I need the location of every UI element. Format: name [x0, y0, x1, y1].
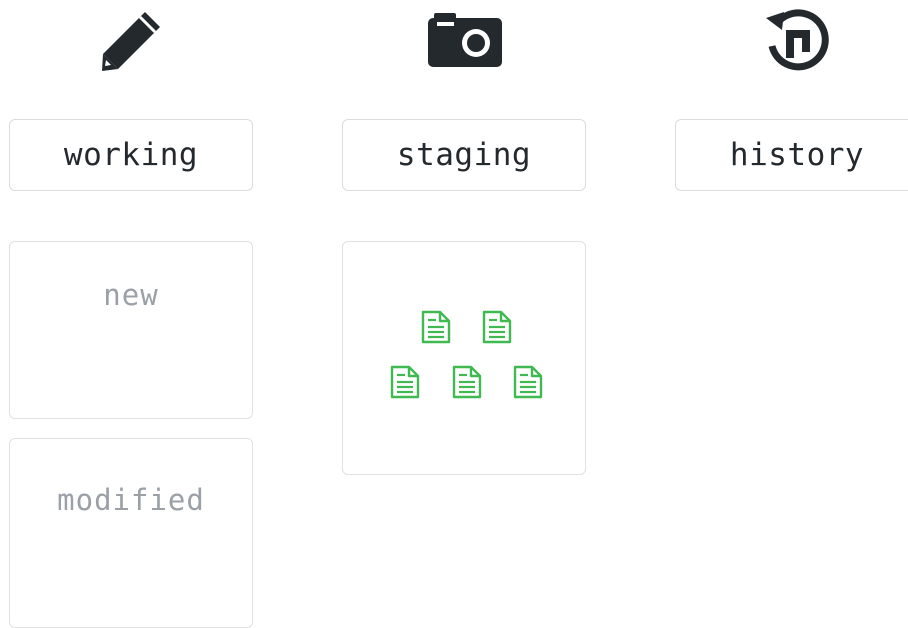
- new-area: new: [9, 241, 253, 419]
- working-label: working: [9, 119, 253, 191]
- document-icon: [482, 310, 512, 344]
- document-icon: [421, 310, 451, 344]
- camera-icon: [428, 13, 502, 67]
- staging-area: [342, 241, 586, 475]
- history-label: history: [675, 119, 908, 191]
- document-icon: [390, 365, 420, 399]
- history-icon: [766, 9, 829, 71]
- new-area-title: new: [103, 278, 159, 312]
- modified-area: modified: [9, 438, 253, 628]
- document-icon: [452, 365, 482, 399]
- pencil-icon: [102, 12, 160, 71]
- staging-label: staging: [342, 119, 586, 191]
- document-icon: [513, 365, 543, 399]
- modified-area-title: modified: [57, 483, 205, 517]
